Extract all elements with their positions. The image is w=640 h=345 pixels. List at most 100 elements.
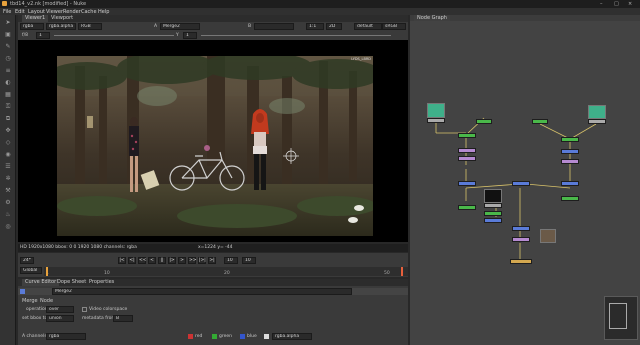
ocula-icon[interactable]: ◎ (4, 223, 12, 231)
prev-key-button[interactable]: <| (128, 257, 136, 264)
node-name-field[interactable]: Merge2 (52, 288, 352, 295)
step-back-button[interactable]: < (148, 257, 156, 264)
node-blue-4[interactable] (561, 149, 579, 154)
furnace-icon[interactable]: ♨ (4, 211, 12, 219)
node-green-5[interactable] (561, 196, 579, 201)
filter-icon[interactable]: ▦ (4, 91, 12, 99)
node-read-3[interactable] (588, 119, 606, 124)
3d-icon[interactable]: ◇ (4, 139, 12, 147)
node-purple-2[interactable] (458, 156, 476, 161)
node-purple-4[interactable] (561, 159, 579, 164)
read-node-thumb-1[interactable] (427, 103, 445, 118)
other-icon[interactable]: ⚙ (4, 199, 12, 207)
play-backward-button[interactable]: << (138, 257, 147, 264)
read-node-thumb-4[interactable] (588, 105, 606, 119)
tab-viewport[interactable]: Viewport (48, 15, 76, 22)
lut-dropdown[interactable]: default (354, 23, 382, 30)
video-colorspace-checkbox[interactable] (82, 307, 87, 312)
views-icon[interactable]: ◉ (4, 151, 12, 159)
minimap-viewport[interactable] (609, 303, 627, 329)
node-read-1[interactable] (427, 118, 445, 123)
tab-merge[interactable]: Merge (22, 298, 38, 304)
pointer-icon[interactable]: ➤ (4, 19, 12, 27)
close-button[interactable]: × (628, 1, 632, 7)
gamma-slider[interactable] (201, 35, 391, 36)
viewer-controls-row2: f/8 1 Y 1 (18, 31, 408, 40)
channel-icon[interactable]: ≡ (4, 67, 12, 75)
playhead[interactable] (46, 267, 48, 276)
channels-dropdown[interactable]: rgba (20, 23, 44, 30)
alpha-dropdown[interactable]: rgba.alpha (272, 333, 312, 340)
gain-field[interactable]: 1 (36, 32, 50, 39)
green-checkbox[interactable] (212, 334, 217, 339)
tab-properties[interactable]: Properties (86, 279, 117, 286)
operation-dropdown[interactable]: over (46, 306, 74, 313)
node-green-2[interactable] (458, 205, 476, 210)
minimize-button[interactable]: – (600, 1, 603, 7)
node-merge-2[interactable] (561, 137, 579, 142)
increment-field[interactable]: 10 (242, 257, 256, 264)
image-icon[interactable]: ▣ (4, 31, 12, 39)
set-bbox-dropdown[interactable]: union (46, 315, 74, 322)
alpha-checkbox[interactable] (264, 334, 269, 339)
blue-checkbox[interactable] (240, 334, 245, 339)
node-green-1[interactable] (476, 119, 492, 124)
step-forward-button[interactable]: > (178, 257, 186, 264)
channel-secondary-dropdown[interactable]: rgba.alpha (46, 23, 76, 30)
tab-dope-sheet[interactable]: Dope Sheet (54, 279, 89, 286)
forest-scene-image (57, 56, 373, 236)
read-node-thumb-2[interactable] (484, 189, 502, 203)
node-purple-1[interactable] (458, 148, 476, 153)
maximize-button[interactable]: □ (614, 1, 619, 7)
node-blue-5[interactable] (561, 181, 579, 186)
node-blue-merge[interactable] (512, 181, 530, 186)
stop-button[interactable]: || (158, 257, 166, 264)
node-purple-3[interactable] (512, 237, 530, 242)
next-key-button[interactable]: |>| (198, 257, 206, 264)
tick-20: 20 (224, 271, 230, 276)
metadata-dropdown[interactable]: B (113, 315, 133, 322)
node-read-2[interactable] (484, 203, 502, 208)
tab-node[interactable]: Node (40, 298, 53, 304)
gain-slider[interactable] (54, 35, 174, 36)
proxy-dropdown[interactable]: 2D (326, 23, 342, 30)
merge-icon[interactable]: ⧉ (4, 115, 12, 123)
node-merge-1[interactable] (458, 133, 476, 138)
fast-forward-button[interactable]: >> (188, 257, 197, 264)
toolsets-icon[interactable]: ⚒ (4, 187, 12, 195)
time-icon[interactable]: ◷ (4, 55, 12, 63)
fps-field[interactable]: 24* (20, 257, 34, 264)
transform-icon[interactable]: ✥ (4, 127, 12, 135)
node-blue-1[interactable] (458, 181, 476, 186)
zoom-dropdown[interactable]: 1:1 (306, 23, 324, 30)
range-mode-dropdown[interactable]: Global (20, 267, 42, 274)
node-color-swatch[interactable] (20, 289, 25, 294)
node-blue-3[interactable] (512, 226, 530, 231)
tab-viewer1[interactable]: Viewer1 (22, 15, 49, 22)
play-forward-button[interactable]: |> (168, 257, 176, 264)
out-point-marker[interactable] (401, 267, 403, 276)
red-checkbox[interactable] (188, 334, 193, 339)
node-green-4[interactable] (532, 119, 548, 124)
input-b-dropdown[interactable] (254, 23, 294, 30)
input-a-dropdown[interactable]: Merge2 (160, 23, 200, 30)
gamma-field[interactable]: 1 (183, 32, 197, 39)
image-corner-label: LYDS_LBRD (351, 57, 371, 61)
node-blue-2[interactable] (484, 218, 502, 223)
metadata-icon[interactable]: ☰ (4, 163, 12, 171)
node-viewer[interactable] (510, 259, 532, 264)
node-green-3[interactable] (484, 211, 502, 216)
first-frame-button[interactable]: |< (118, 257, 126, 264)
colorspace-dropdown[interactable]: sRGB (382, 23, 406, 30)
node-graph-minimap[interactable] (604, 296, 638, 340)
display-mode-dropdown[interactable]: RGB (78, 23, 102, 30)
read-node-thumb-3[interactable] (540, 229, 556, 243)
particles-icon[interactable]: ✲ (4, 175, 12, 183)
draw-icon[interactable]: ✎ (4, 43, 12, 51)
last-frame-button[interactable]: >| (208, 257, 216, 264)
frame-field[interactable]: 10 (224, 257, 238, 264)
time-ruler[interactable]: 1 10 20 50 (44, 267, 408, 276)
color-icon[interactable]: ◐ (4, 79, 12, 87)
keyer-icon[interactable]: ⚿ (4, 103, 12, 111)
a-channels-dropdown[interactable]: rgba (46, 333, 86, 340)
